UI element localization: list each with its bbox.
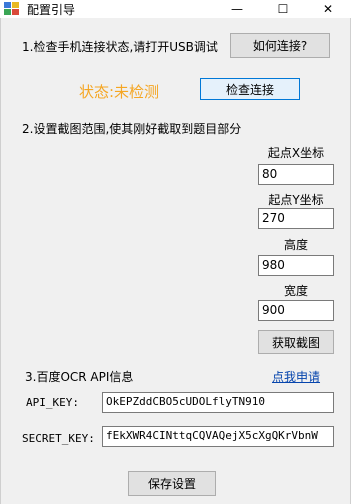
app-icon [4, 2, 19, 15]
secret-key-field[interactable]: fEkXWR4CINttqCQVAQejX5cXgQKrVbnW [102, 426, 334, 447]
maximize-icon: ☐ [277, 2, 289, 16]
width-label: 宽度 [283, 284, 308, 298]
height-field[interactable]: 980 [258, 255, 334, 276]
start-y-label: 起点Y坐标 [268, 193, 324, 207]
step3-label: 3.百度OCR API信息 [25, 370, 134, 384]
step1-label: 1.检查手机连接状态,请打开USB调试 [22, 40, 218, 54]
api-key-label: API_KEY: [26, 396, 79, 409]
start-y-field[interactable]: 270 [258, 208, 334, 229]
dialog-body: 1.检查手机连接状态,请打开USB调试 如何连接? 状态:未检测 检查连接 2.… [0, 18, 351, 504]
start-x-label: 起点X坐标 [267, 146, 325, 160]
apply-link[interactable]: 点我申请 [272, 368, 320, 385]
close-button[interactable]: ✕ [305, 0, 351, 18]
title-bar: 配置引导 — ☐ ✕ [0, 0, 351, 18]
minimize-button[interactable]: — [214, 0, 260, 18]
api-key-field[interactable]: OkEPZddCBO5cUDOLflyTN910 [102, 392, 334, 413]
get-screenshot-button[interactable]: 获取截图 [258, 330, 334, 354]
close-icon: ✕ [322, 2, 334, 16]
minimize-icon: — [231, 2, 243, 16]
start-x-field[interactable]: 80 [258, 164, 334, 185]
maximize-button[interactable]: ☐ [260, 0, 306, 18]
status-text: 状态:未检测 [79, 83, 160, 101]
check-connection-button[interactable]: 检查连接 [200, 78, 300, 100]
step2-label: 2.设置截图范围,使其刚好截取到题目部分 [22, 122, 242, 136]
secret-key-label: SECRET_KEY: [22, 432, 95, 445]
window-title: 配置引导 [27, 3, 76, 17]
height-label: 高度 [283, 238, 308, 252]
save-settings-button[interactable]: 保存设置 [128, 471, 216, 496]
width-field[interactable]: 900 [258, 300, 334, 321]
how-to-connect-button[interactable]: 如何连接? [230, 33, 330, 58]
